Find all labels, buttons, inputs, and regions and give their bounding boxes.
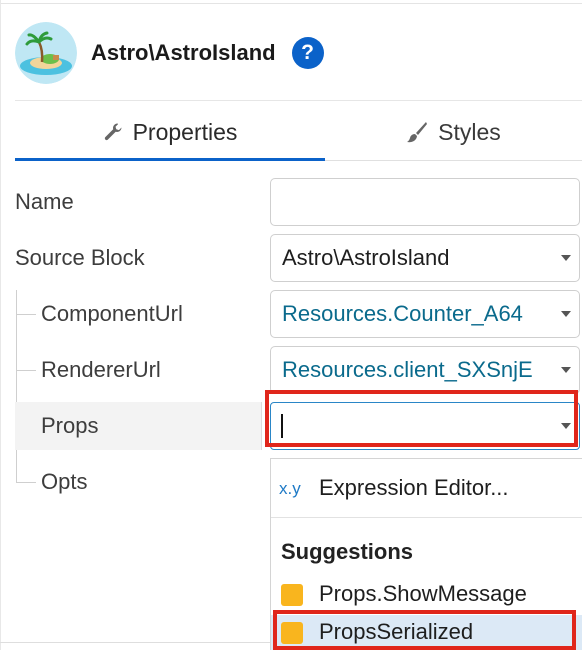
expression-editor-option[interactable]: x.y Expression Editor... — [271, 459, 582, 517]
brush-icon — [406, 121, 428, 143]
component-header: Astro\AstroIsland ? — [15, 22, 324, 84]
question-circle-icon[interactable]: ? — [291, 37, 324, 69]
opts-label: Opts — [41, 469, 88, 494]
top-border — [0, 3, 582, 4]
chevron-down-icon[interactable] — [561, 311, 571, 317]
chevron-down-icon[interactable] — [561, 255, 571, 261]
bottom-divider — [0, 642, 270, 643]
renderer-url-select[interactable]: Resources.client_SXSnjE — [270, 346, 580, 394]
component-url-select[interactable]: Resources.Counter_A64 — [270, 290, 580, 338]
component-title: Astro\AstroIsland — [91, 40, 276, 65]
tree-branch — [16, 370, 36, 371]
tabs-divider — [325, 160, 582, 161]
tree-connector — [16, 290, 17, 483]
source-block-value: Astro\AstroIsland — [282, 245, 450, 270]
suggestion-item[interactable]: Props.ShowMessage — [271, 577, 582, 613]
renderer-url-label: RendererUrl — [41, 357, 161, 382]
tree-branch — [16, 314, 36, 315]
component-url-label: ComponentUrl — [41, 301, 183, 326]
tab-styles[interactable]: Styles — [325, 104, 582, 160]
name-label: Name — [15, 189, 74, 214]
expression-editor-label: Expression Editor... — [319, 475, 509, 500]
component-url-value: Resources.Counter_A64 — [282, 301, 523, 326]
suggestions-heading: Suggestions — [281, 539, 414, 564]
island-logo — [15, 22, 77, 84]
column-resize-handle[interactable] — [261, 402, 262, 450]
name-field[interactable] — [270, 178, 580, 226]
highlight-box-props-input — [265, 390, 578, 447]
dropdown-divider — [271, 517, 582, 518]
tab-properties-label: Properties — [132, 118, 238, 145]
header-divider — [15, 100, 582, 101]
active-tab-indicator — [15, 158, 325, 161]
renderer-url-value: Resources.client_SXSnjE — [282, 357, 533, 382]
variable-icon — [281, 584, 303, 606]
source-block-select[interactable]: Astro\AstroIsland — [270, 234, 580, 282]
wrench-icon — [103, 122, 123, 142]
highlight-box-props-serialized — [273, 610, 576, 650]
suggestion-label: Props.ShowMessage — [319, 581, 527, 606]
tab-styles-label: Styles — [438, 118, 501, 145]
source-block-label: Source Block — [15, 245, 145, 270]
expression-icon: x.y — [279, 479, 301, 498]
props-label: Props — [41, 413, 99, 438]
tab-properties[interactable]: Properties — [15, 104, 325, 160]
chevron-down-icon[interactable] — [561, 367, 571, 373]
left-border — [0, 0, 1, 650]
tree-branch — [16, 482, 36, 483]
